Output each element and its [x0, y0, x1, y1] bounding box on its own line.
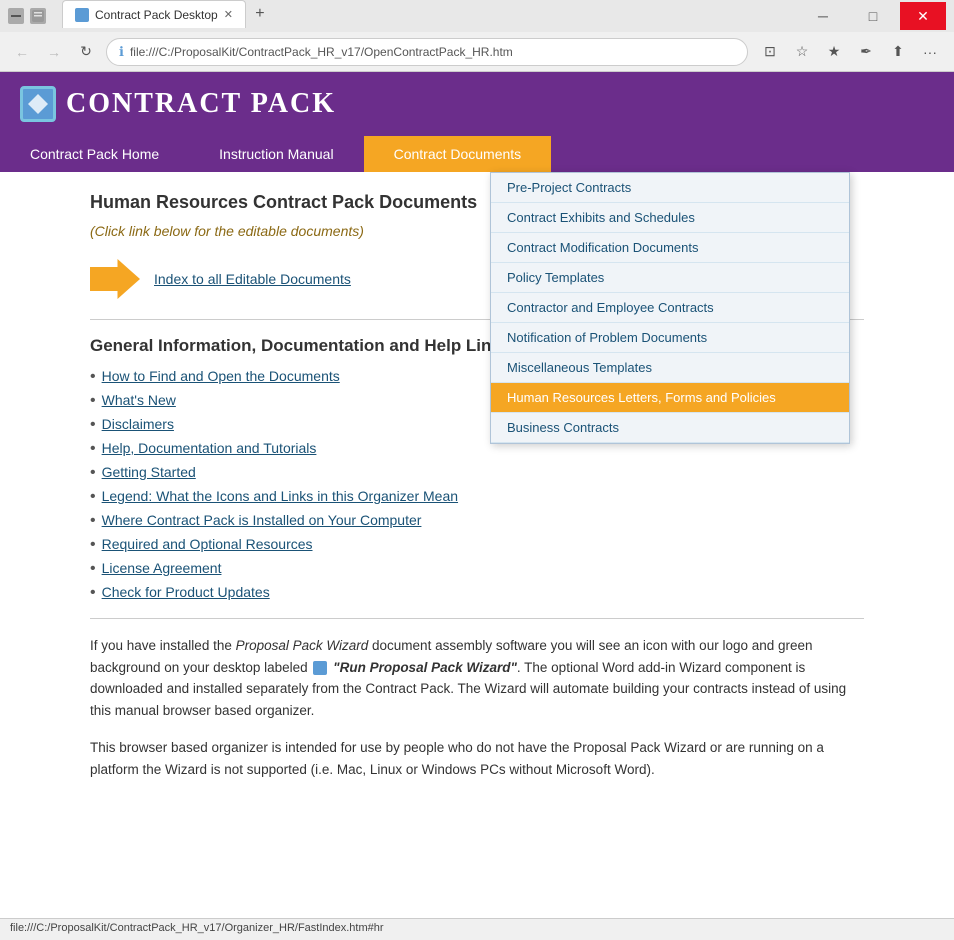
- link-legend[interactable]: Legend: What the Icons and Links in this…: [102, 488, 458, 504]
- status-bar: file:///C:/ProposalKit/ContractPack_HR_v…: [0, 918, 954, 940]
- nav-instruction-manual[interactable]: Instruction Manual: [189, 136, 363, 172]
- tab-label: Contract Pack Desktop: [95, 8, 218, 22]
- list-item: Legend: What the Icons and Links in this…: [90, 488, 864, 506]
- site-header: CONTRACT PACK: [0, 72, 954, 136]
- link-getting-started[interactable]: Getting Started: [102, 464, 196, 480]
- pen-icon[interactable]: ✒: [852, 38, 880, 66]
- tab-bar: Contract Pack Desktop ✕ +: [54, 4, 784, 28]
- dropdown-item-hr[interactable]: Human Resources Letters, Forms and Polic…: [491, 383, 849, 413]
- favorites-icon[interactable]: ★: [820, 38, 848, 66]
- list-item: Getting Started: [90, 464, 864, 482]
- window-minimize-button[interactable]: ─: [800, 2, 846, 30]
- dropdown-item-miscellaneous[interactable]: Miscellaneous Templates: [491, 353, 849, 383]
- toolbar-right: ⊡ ☆ ★ ✒ ⬆ ···: [756, 38, 944, 66]
- link-resources[interactable]: Required and Optional Resources: [102, 536, 313, 552]
- dropdown-item-contractor[interactable]: Contractor and Employee Contracts: [491, 293, 849, 323]
- main-nav: Contract Pack Home Instruction Manual Co…: [0, 136, 954, 172]
- arrow-icon: [90, 259, 140, 299]
- url-bar[interactable]: ℹ file:///C:/ProposalKit/ContractPack_HR…: [106, 38, 748, 66]
- back-button[interactable]: ←: [10, 40, 34, 64]
- window-restore-button[interactable]: □: [850, 2, 896, 30]
- wizard-icon-inline: [313, 661, 327, 675]
- minimize-icon[interactable]: [8, 8, 24, 24]
- title-bar: Contract Pack Desktop ✕ + ─ □ ✕: [0, 0, 954, 32]
- logo-icon: [20, 86, 56, 122]
- share-icon[interactable]: ⬆: [884, 38, 912, 66]
- bookmark-star-icon[interactable]: ☆: [788, 38, 816, 66]
- nav-home[interactable]: Contract Pack Home: [0, 136, 189, 172]
- forward-button[interactable]: →: [42, 40, 66, 64]
- more-button[interactable]: ···: [916, 38, 944, 66]
- active-tab[interactable]: Contract Pack Desktop ✕: [62, 0, 246, 28]
- tab-favicon: [75, 8, 89, 22]
- nav-contract-documents[interactable]: Contract Documents: [364, 136, 552, 172]
- browser-window: Contract Pack Desktop ✕ + ─ □ ✕ ← → ↻ ℹ …: [0, 0, 954, 940]
- reader-icon[interactable]: ⊡: [756, 38, 784, 66]
- link-whats-new[interactable]: What's New: [102, 392, 176, 408]
- address-bar: ← → ↻ ℹ file:///C:/ProposalKit/ContractP…: [0, 32, 954, 72]
- list-item: Check for Product Updates: [90, 584, 864, 602]
- reload-button[interactable]: ↻: [74, 40, 98, 64]
- dropdown-menu: Pre-Project Contracts Contract Exhibits …: [490, 172, 850, 444]
- title-bar-icons: [8, 8, 46, 24]
- logo-diamond: [28, 94, 48, 114]
- new-tab-button[interactable]: +: [246, 0, 274, 28]
- list-item: Where Contract Pack is Installed on Your…: [90, 512, 864, 530]
- divider-2: [90, 618, 864, 619]
- link-updates[interactable]: Check for Product Updates: [102, 584, 270, 600]
- dropdown-item-exhibits[interactable]: Contract Exhibits and Schedules: [491, 203, 849, 233]
- window-close-button[interactable]: ✕: [900, 2, 946, 30]
- url-text: file:///C:/ProposalKit/ContractPack_HR_v…: [130, 45, 513, 59]
- status-text: file:///C:/ProposalKit/ContractPack_HR_v…: [10, 922, 384, 934]
- dropdown-item-notification[interactable]: Notification of Problem Documents: [491, 323, 849, 353]
- body-paragraph-2: This browser based organizer is intended…: [90, 737, 864, 780]
- list-item: Required and Optional Resources: [90, 536, 864, 554]
- page-content: CONTRACT PACK Contract Pack Home Instruc…: [0, 72, 954, 918]
- dropdown-item-policy[interactable]: Policy Templates: [491, 263, 849, 293]
- link-help-docs[interactable]: Help, Documentation and Tutorials: [102, 440, 317, 456]
- body-paragraph-1: If you have installed the Proposal Pack …: [90, 635, 864, 721]
- page-icon: [30, 8, 46, 24]
- dropdown-item-modification[interactable]: Contract Modification Documents: [491, 233, 849, 263]
- tab-close-button[interactable]: ✕: [224, 8, 233, 21]
- site-title: CONTRACT PACK: [66, 88, 336, 120]
- link-license[interactable]: License Agreement: [102, 560, 222, 576]
- list-item: License Agreement: [90, 560, 864, 578]
- info-icon: ℹ: [119, 44, 124, 60]
- index-link[interactable]: Index to all Editable Documents: [154, 271, 351, 287]
- link-disclaimers[interactable]: Disclaimers: [102, 416, 174, 432]
- site-logo: CONTRACT PACK: [20, 86, 336, 122]
- dropdown-item-pre-project[interactable]: Pre-Project Contracts: [491, 173, 849, 203]
- link-how-to-find[interactable]: How to Find and Open the Documents: [102, 368, 340, 384]
- dropdown-item-business[interactable]: Business Contracts: [491, 413, 849, 443]
- link-install-location[interactable]: Where Contract Pack is Installed on Your…: [102, 512, 422, 528]
